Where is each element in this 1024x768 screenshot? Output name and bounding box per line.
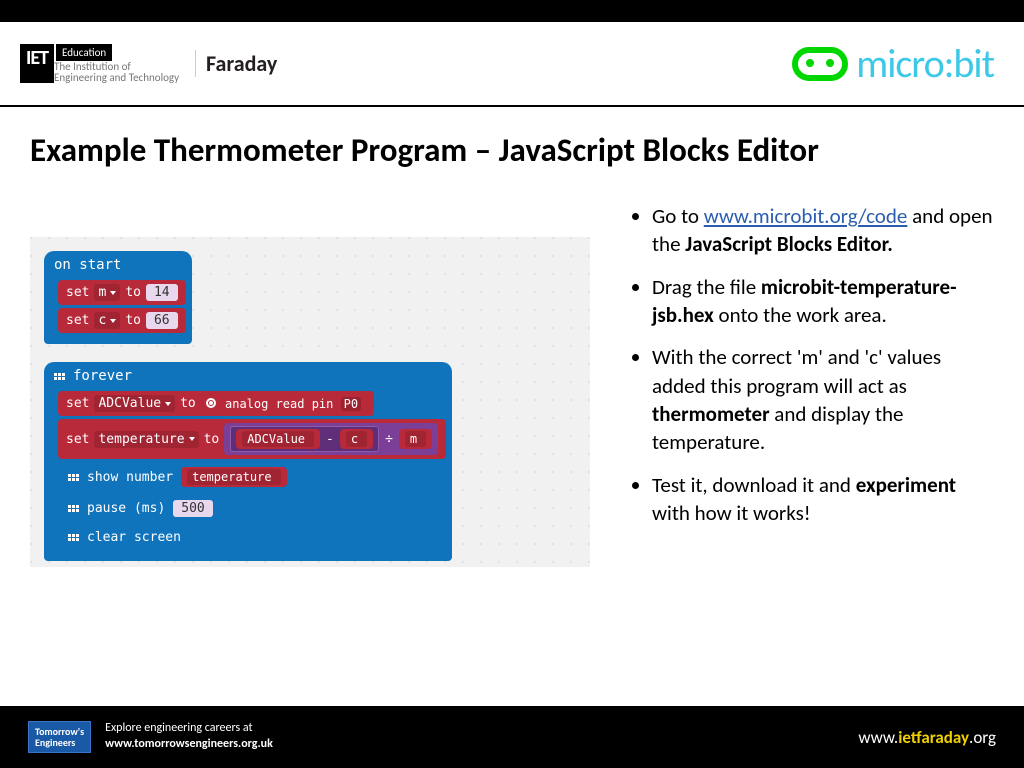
- page-title: Example Thermometer Program – JavaScript…: [30, 130, 930, 171]
- iet-mark: IET: [20, 44, 54, 83]
- math-minus-block[interactable]: ADCValue - c: [230, 426, 379, 452]
- microbit-text: micro:bit: [856, 39, 994, 88]
- math-divide-block[interactable]: ADCValue - c ÷ m: [224, 423, 438, 455]
- clear-screen-block[interactable]: clear screen: [58, 525, 191, 550]
- set-keyword: set: [66, 396, 89, 411]
- adc-reporter[interactable]: ADCValue: [242, 431, 314, 447]
- blocks-canvas: on start set m to 14 set c to 66: [30, 237, 590, 567]
- footer: Tomorrow's Engineers Explore engineering…: [0, 706, 1024, 768]
- microbit-code-link[interactable]: www.microbit.org/code: [704, 203, 908, 229]
- clear-screen-label: clear screen: [87, 530, 181, 545]
- set-m-row[interactable]: set m to 14: [58, 280, 186, 305]
- grid-icon: [68, 474, 79, 481]
- microbit-icon: [792, 47, 848, 81]
- forever-block[interactable]: forever set ADCValue to analog read pin …: [44, 362, 452, 561]
- on-start-block[interactable]: on start set m to 14 set c to 66: [44, 251, 192, 344]
- tomorrows-engineers-badge: Tomorrow's Engineers: [28, 721, 91, 753]
- to-keyword: to: [125, 285, 141, 300]
- list-item: Drag the file microbit-temperature-jsb.h…: [652, 273, 994, 330]
- pause-block[interactable]: pause (ms) 500: [58, 495, 223, 522]
- grid-icon: [54, 373, 65, 380]
- footer-url[interactable]: www.ietfaraday.org: [858, 727, 996, 748]
- var-adc-dropdown[interactable]: ADCValue: [94, 395, 175, 412]
- var-temp-dropdown[interactable]: temperature: [94, 431, 198, 448]
- pause-value-field[interactable]: 500: [173, 500, 212, 517]
- pause-label: pause (ms): [87, 501, 165, 516]
- header: IET Education The Institution of Enginee…: [0, 22, 1024, 107]
- m-value-field[interactable]: 14: [146, 284, 178, 301]
- footer-careers-text: Explore engineering careers at www.tomor…: [105, 721, 273, 752]
- grid-icon: [68, 534, 79, 541]
- forever-label: forever: [73, 368, 132, 384]
- to-keyword: to: [204, 432, 220, 447]
- microbit-logo: micro:bit: [792, 39, 994, 88]
- iet-subtitle-2: Engineering and Technology: [54, 72, 179, 83]
- grid-icon: [68, 505, 79, 512]
- iet-logo-block: IET Education The Institution of Enginee…: [20, 44, 277, 83]
- tomorrows-engineers-url[interactable]: www.tomorrowsengineers.org.uk: [105, 737, 273, 751]
- to-keyword: to: [125, 313, 141, 328]
- set-keyword: set: [66, 285, 89, 300]
- top-black-bar: [0, 0, 1024, 22]
- iet-education-label: Education: [56, 44, 112, 61]
- minus-operator[interactable]: -: [326, 432, 334, 447]
- set-adcvalue-row[interactable]: set ADCValue to analog read pin P0: [58, 391, 374, 416]
- set-c-row[interactable]: set c to 66: [58, 308, 186, 333]
- var-m-dropdown[interactable]: m: [94, 284, 120, 301]
- show-number-block[interactable]: show number temperature: [58, 462, 297, 492]
- list-item: Test it, download it and experiment with…: [652, 471, 994, 528]
- set-keyword: set: [66, 313, 89, 328]
- show-number-label: show number: [87, 470, 173, 485]
- set-temperature-row[interactable]: set temperature to ADCValue - c ÷ m: [58, 419, 446, 459]
- faraday-label: Faraday: [195, 50, 277, 77]
- to-keyword: to: [180, 396, 196, 411]
- divide-operator[interactable]: ÷: [385, 432, 393, 447]
- radio-icon: [206, 398, 216, 408]
- var-c-dropdown[interactable]: c: [94, 312, 120, 329]
- m-reporter[interactable]: m: [405, 431, 426, 447]
- instruction-list: Go to www.microbit.org/code and open the…: [630, 202, 994, 527]
- on-start-label: on start: [44, 251, 192, 277]
- pin-dropdown[interactable]: P0: [341, 397, 361, 411]
- list-item: Go to www.microbit.org/code and open the…: [652, 202, 994, 259]
- analog-read-block[interactable]: analog read pin P0: [201, 396, 366, 412]
- set-keyword: set: [66, 432, 89, 447]
- temperature-reporter[interactable]: temperature: [187, 469, 280, 485]
- c-value-field[interactable]: 66: [146, 312, 178, 329]
- list-item: With the correct 'm' and 'c' values adde…: [652, 343, 994, 456]
- c-reporter[interactable]: c: [346, 431, 367, 447]
